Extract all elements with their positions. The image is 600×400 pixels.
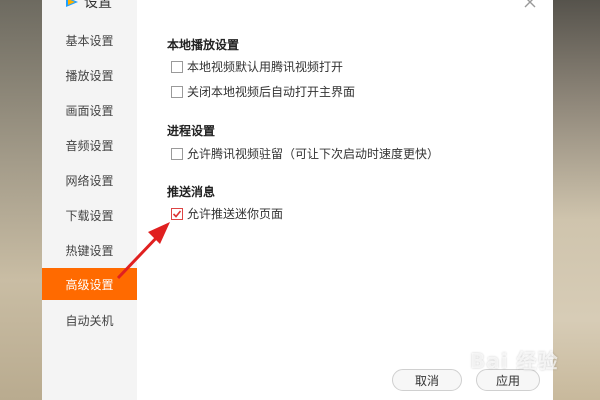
- option-label: 允许腾讯视频驻留（可让下次启动时速度更快）: [187, 147, 440, 161]
- checkbox-open-main-after-close[interactable]: [171, 85, 183, 98]
- option-label: 关闭本地视频后自动打开主界面: [187, 85, 356, 99]
- sidebar-item-label: 音频设置: [65, 138, 114, 153]
- option-allow-mini-page[interactable]: 允许推送迷你页面: [171, 205, 283, 222]
- section-title-push: 推送消息: [167, 185, 216, 199]
- option-keep-resident[interactable]: 允许腾讯视频驻留（可让下次启动时速度更快）: [171, 145, 439, 162]
- sidebar-item-label: 网络设置: [65, 173, 114, 188]
- sidebar-item-label: 播放设置: [65, 68, 114, 83]
- checkmark-icon: [172, 209, 182, 218]
- watermark: Bai 经验: [470, 349, 559, 373]
- section-title-local-playback: 本地播放设置: [167, 38, 240, 52]
- sidebar-item-hotkeys[interactable]: 热键设置: [42, 234, 137, 266]
- section-title-process: 进程设置: [167, 124, 216, 138]
- background-right: [553, 0, 600, 400]
- sidebar-item-basic[interactable]: 基本设置: [42, 24, 137, 56]
- checkbox-allow-mini-page[interactable]: [171, 207, 183, 220]
- option-open-main-after-close[interactable]: 关闭本地视频后自动打开主界面: [171, 83, 355, 100]
- sidebar-item-advanced[interactable]: 高级设置: [42, 268, 137, 300]
- window-title: 设置: [64, 0, 112, 14]
- cancel-button-label: 取消: [414, 373, 439, 388]
- sidebar-item-label: 自动关机: [65, 313, 114, 328]
- sidebar-item-download[interactable]: 下载设置: [42, 199, 137, 231]
- apply-button-label: 应用: [495, 373, 520, 388]
- cancel-button[interactable]: 取消: [392, 369, 462, 391]
- checkbox-keep-resident[interactable]: [171, 147, 183, 160]
- window-title-text: 设置: [84, 0, 112, 11]
- sidebar-item-label: 下载设置: [65, 208, 114, 223]
- option-open-local-video[interactable]: 本地视频默认用腾讯视频打开: [171, 58, 343, 75]
- background-left: [0, 0, 42, 400]
- tencent-video-logo-icon: [66, 0, 78, 7]
- sidebar: 设置 基本设置 播放设置 画面设置 音频设置 网络设置 下载设置 热键设置 高级…: [42, 0, 137, 400]
- close-icon[interactable]: [522, 0, 538, 10]
- sidebar-item-label: 热键设置: [65, 243, 114, 258]
- checkbox-open-local-video[interactable]: [171, 60, 183, 73]
- sidebar-item-auto-shutdown[interactable]: 自动关机: [42, 304, 137, 336]
- option-label: 允许推送迷你页面: [187, 207, 284, 221]
- sidebar-item-label: 基本设置: [65, 33, 114, 48]
- sidebar-item-label: 高级设置: [65, 277, 114, 292]
- sidebar-item-label: 画面设置: [65, 103, 114, 118]
- sidebar-item-audio[interactable]: 音频设置: [42, 129, 137, 161]
- sidebar-item-picture[interactable]: 画面设置: [42, 94, 137, 126]
- sidebar-item-network[interactable]: 网络设置: [42, 164, 137, 196]
- option-label: 本地视频默认用腾讯视频打开: [187, 60, 344, 74]
- sidebar-item-playback[interactable]: 播放设置: [42, 59, 137, 91]
